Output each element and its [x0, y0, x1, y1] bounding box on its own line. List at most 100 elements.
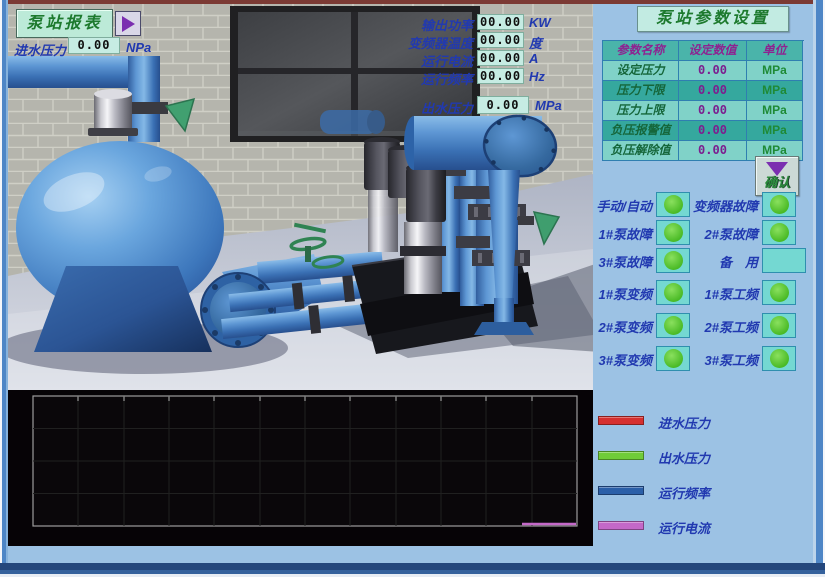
inlet-pressure-value: 0.00 [68, 37, 120, 54]
col-header-value: 设定数值 [679, 41, 747, 61]
settings-title: 泵站参数设置 [637, 6, 789, 32]
status-label: 1#泵故障 [599, 224, 652, 243]
status-lamp-icon [664, 195, 683, 214]
frame-bottom-edge [0, 563, 825, 577]
status-row: 3#泵故障 备 用 [593, 248, 813, 274]
param-unit: MPa [747, 121, 803, 141]
run-frequency-label: 运行频率 [353, 69, 473, 88]
report-nav-button[interactable] [115, 11, 141, 36]
status-lamp-icon [664, 316, 683, 335]
param-name: 设定压力 [603, 61, 679, 81]
status-lamp-icon [770, 349, 789, 368]
status-lamp-box [762, 346, 796, 371]
inverter-temp-value: 00.00 [477, 32, 524, 48]
status-lamp-icon [664, 349, 683, 368]
table-row: 设定压力 0.00 MPa [603, 61, 804, 81]
status-label: 3#泵变频 [599, 350, 652, 369]
legend-swatch-outlet-pressure [598, 451, 644, 460]
legend-label: 出水压力 [658, 448, 710, 467]
status-lamp-box [656, 220, 690, 245]
param-unit: MPa [747, 81, 803, 101]
status-lamp-box [656, 192, 690, 217]
status-label: 2#泵工频 [705, 317, 758, 336]
outlet-pressure-value: 0.00 [477, 96, 529, 114]
param-name: 压力上限 [603, 101, 679, 121]
col-header-unit: 单位 [747, 41, 803, 61]
legend-label: 运行电流 [658, 518, 710, 537]
table-row: 负压报警值 0.00 MPa [603, 121, 804, 141]
settings-panel: 泵站参数设置 参数名称 设定数值 单位 设定压力 0.00 MPa 压力下限 0… [593, 4, 813, 563]
status-row: 2#泵变频 2#泵工频 [593, 313, 813, 339]
table-header-row: 参数名称 设定数值 单位 [603, 41, 804, 61]
status-lamp-box [656, 248, 690, 273]
status-lamp-icon [664, 223, 683, 242]
run-current-unit: A [529, 51, 538, 66]
run-current-value: 00.00 [477, 50, 524, 66]
status-lamp-icon [770, 316, 789, 335]
table-row: 压力上限 0.00 MPa [603, 101, 804, 121]
outlet-pressure-label: 出水压力 [353, 98, 473, 117]
status-lamp-box [762, 280, 796, 305]
param-name: 压力下限 [603, 81, 679, 101]
confirm-down-triangle-icon [766, 162, 788, 176]
col-header-name: 参数名称 [603, 41, 679, 61]
play-icon [122, 16, 135, 32]
outlet-pressure-unit: MPa [535, 98, 562, 113]
scene-area: 泵站报表 进水压力 0.00 NPa 输出功率 00.00 KW 变频器温度 0… [8, 4, 593, 390]
status-lamp-icon [770, 283, 789, 302]
legend-item: 运行电流 [593, 517, 813, 535]
confirm-label: 确认 [764, 176, 790, 190]
inlet-pressure-label: 进水压力 [14, 40, 66, 59]
param-name: 负压解除值 [603, 141, 679, 161]
output-power-unit: KW [529, 15, 551, 30]
status-label: 手动/自动 [596, 196, 652, 215]
param-value[interactable]: 0.00 [679, 121, 747, 141]
param-value[interactable]: 0.00 [679, 81, 747, 101]
trend-chart-plot [8, 390, 593, 546]
param-value[interactable]: 0.00 [679, 61, 747, 81]
legend-swatch-run-current [598, 521, 644, 530]
confirm-button[interactable]: 确认 [755, 156, 799, 196]
status-lamp-box [762, 192, 796, 217]
status-label: 3#泵工频 [705, 350, 758, 369]
frame-top-edge [0, 0, 825, 4]
status-label: 变频器故障 [693, 196, 758, 215]
frame-right-edge [813, 0, 825, 577]
status-label: 1#泵工频 [705, 284, 758, 303]
trend-chart [8, 390, 593, 546]
status-lamp-icon [664, 251, 683, 270]
param-value[interactable]: 0.00 [679, 101, 747, 121]
pump-station-hmi: 泵站报表 进水压力 0.00 NPa 输出功率 00.00 KW 变频器温度 0… [0, 0, 825, 577]
legend-swatch-run-frequency [598, 486, 644, 495]
status-label: 1#泵变频 [599, 284, 652, 303]
legend-label: 运行频率 [658, 483, 710, 502]
legend-item: 运行频率 [593, 482, 813, 500]
report-button[interactable]: 泵站报表 [16, 9, 113, 38]
status-lamp-icon [664, 283, 683, 302]
status-lamp-icon [770, 195, 789, 214]
param-unit: MPa [747, 101, 803, 121]
status-lamp-icon [770, 223, 789, 242]
status-label: 3#泵故障 [599, 252, 652, 271]
inlet-pressure-unit: NPa [126, 40, 151, 55]
status-lamp-box [656, 346, 690, 371]
inverter-temp-unit: 度 [529, 33, 542, 52]
table-row: 压力下限 0.00 MPa [603, 81, 804, 101]
output-power-label: 输出功率 [353, 15, 473, 34]
param-value[interactable]: 0.00 [679, 141, 747, 161]
status-lamp-box [656, 313, 690, 338]
param-unit: MPa [747, 61, 803, 81]
legend-swatch-inlet-pressure [598, 416, 644, 425]
status-row: 1#泵变频 1#泵工频 [593, 280, 813, 306]
parameters-table: 参数名称 设定数值 单位 设定压力 0.00 MPa 压力下限 0.00 MPa… [602, 40, 804, 161]
legend-item: 出水压力 [593, 447, 813, 465]
legend-item: 进水压力 [593, 412, 813, 430]
output-power-value: 00.00 [477, 14, 524, 30]
status-row: 3#泵变频 3#泵工频 [593, 346, 813, 372]
legend-label: 进水压力 [658, 413, 710, 432]
frame-left-edge [0, 0, 8, 577]
status-row: 手动/自动 变频器故障 [593, 192, 813, 218]
status-lamp-box [762, 248, 806, 273]
status-lamp-box [762, 313, 796, 338]
inverter-temp-label: 变频器温度 [353, 33, 473, 52]
